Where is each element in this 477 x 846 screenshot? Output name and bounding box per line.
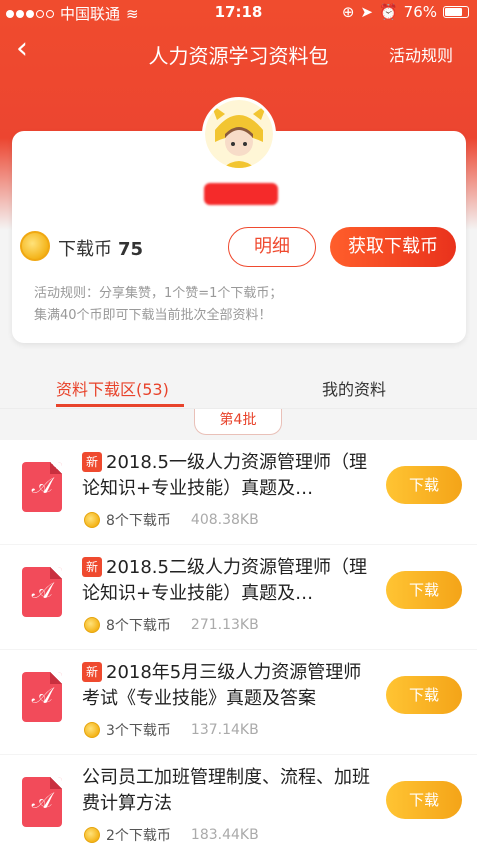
new-badge: 新	[82, 662, 102, 682]
alarm-icon: ⏰	[378, 3, 398, 21]
item-title: 新 2018.5一级人力资源管理师（理论知识+专业技能）真题及…	[82, 450, 370, 502]
new-badge: 新	[82, 557, 102, 577]
item-meta: 8个下载币 408.38KB	[84, 510, 259, 530]
item-title-text: 公司员工加班管理制度、流程、加班费计算方法	[82, 767, 370, 814]
download-button[interactable]: 下载	[386, 466, 462, 504]
coin-icon	[84, 722, 100, 738]
pdf-icon: 𝒜	[22, 672, 62, 722]
item-title-text: 2018年5月三级人力资源管理师考试《专业技能》真题及答案	[82, 662, 362, 709]
pdf-icon: 𝒜	[22, 777, 62, 827]
coin-icon	[84, 617, 100, 633]
new-badge: 新	[82, 452, 102, 472]
download-button[interactable]: 下载	[386, 571, 462, 609]
item-meta: 8个下载币 271.13KB	[84, 615, 259, 635]
navbar: ‹ 人力资源学习资料包 活动规则	[0, 28, 477, 76]
pdf-icon: 𝒜	[22, 462, 62, 512]
coin-icon	[84, 827, 100, 843]
item-title: 新 2018.5二级人力资源管理师（理论知识+专业技能）真题及…	[82, 555, 370, 607]
item-cost: 3个下载币	[106, 723, 171, 739]
tab-bar: 资料下载区(53) 我的资料	[0, 366, 477, 408]
status-right: ⊕ ➤ ⏰ 76%	[342, 3, 469, 21]
rules-line-2: 集满40个币即可下载当前批次全部资料！	[34, 308, 272, 323]
item-cost: 2个下载币	[106, 828, 171, 844]
materials-list: 𝒜 新 2018.5一级人力资源管理师（理论知识+专业技能）真题及… 8个下载币 4…	[0, 440, 477, 846]
coin-icon	[20, 231, 50, 261]
tab-my-materials[interactable]: 我的资料	[322, 376, 386, 400]
avatar	[202, 97, 276, 171]
item-size: 137.14KB	[190, 722, 259, 738]
get-coins-button[interactable]: 获取下载币	[330, 227, 456, 267]
item-meta: 2个下载币 183.44KB	[84, 825, 259, 845]
rules-text: 活动规则：分享集赞，1个赞=1个下载币； 集满40个币即可下载当前批次全部资料！	[34, 283, 454, 327]
active-tab-indicator	[56, 404, 184, 407]
item-title-text: 2018.5一级人力资源管理师（理论知识+专业技能）真题及…	[82, 452, 367, 499]
item-meta: 3个下载币 137.14KB	[84, 720, 259, 740]
coin-icon	[84, 512, 100, 528]
battery-icon	[443, 6, 469, 18]
download-button[interactable]: 下载	[386, 676, 462, 714]
pdf-icon: 𝒜	[22, 567, 62, 617]
coin-label: 下载币	[58, 239, 112, 260]
list-item[interactable]: 𝒜 新 2018.5二级人力资源管理师（理论知识+专业技能）真题及… 8个下载币 2…	[0, 545, 477, 649]
item-cost: 8个下载币	[106, 618, 171, 634]
battery-percent: 76%	[403, 3, 437, 21]
redacted-username	[204, 183, 278, 205]
location-icon: ➤	[360, 3, 373, 21]
activity-rules-link[interactable]: 活动规则	[389, 42, 453, 66]
coin-count: 75	[118, 239, 144, 260]
list-item[interactable]: 𝒜 新 2018年5月三级人力资源管理师考试《专业技能》真题及答案 3个下载币 13…	[0, 650, 477, 754]
item-size: 271.13KB	[190, 617, 259, 633]
item-cost: 8个下载币	[106, 513, 171, 529]
list-item[interactable]: 𝒜 公司员工加班管理制度、流程、加班费计算方法 2个下载币 183.44KB 下载	[0, 755, 477, 846]
item-title-text: 2018.5二级人力资源管理师（理论知识+专业技能）真题及…	[82, 557, 367, 604]
list-item[interactable]: 𝒜 新 2018.5一级人力资源管理师（理论知识+专业技能）真题及… 8个下载币 4…	[0, 440, 477, 544]
lock-rotation-icon: ⊕	[341, 3, 355, 21]
tab-download-area[interactable]: 资料下载区(53)	[56, 376, 169, 400]
detail-button[interactable]: 明细	[228, 227, 316, 267]
coin-balance: 下载币 75	[58, 235, 143, 261]
item-title: 公司员工加班管理制度、流程、加班费计算方法	[82, 765, 370, 817]
rules-line-1: 活动规则：分享集赞，1个赞=1个下载币；	[34, 286, 283, 301]
item-title: 新 2018年5月三级人力资源管理师考试《专业技能》真题及答案	[82, 660, 370, 712]
item-size: 183.44KB	[190, 827, 259, 843]
status-bar: 中国联通 ≋ 17:18 ⊕ ➤ ⏰ 76%	[0, 0, 477, 24]
batch-label: 第4批	[194, 409, 282, 435]
download-button[interactable]: 下载	[386, 781, 462, 819]
item-size: 408.38KB	[190, 512, 259, 528]
